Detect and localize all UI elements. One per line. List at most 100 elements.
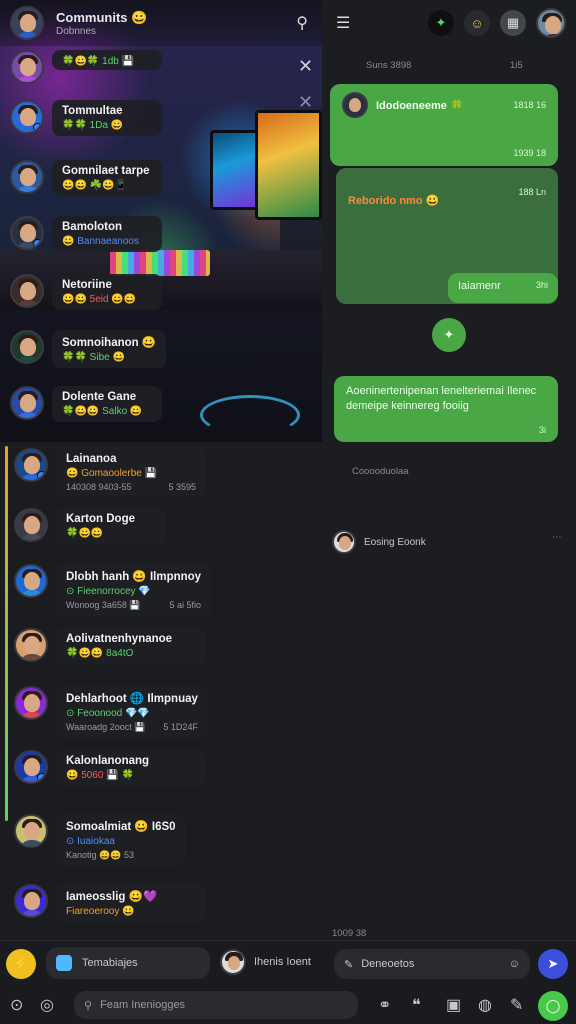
- avatar: [14, 448, 48, 482]
- message-time: 1009 38: [332, 928, 367, 939]
- compose-icon[interactable]: ✎: [510, 995, 523, 1015]
- chat-time: 5 1D24F: [163, 722, 198, 732]
- chat-preview: 🍀😀😀 8a4tO: [66, 648, 134, 659]
- list-item[interactable]: Iameosslig 😀💜 Fiareoerooy 😀: [4, 878, 214, 928]
- contact-name: Eosing Eoonk: [364, 536, 426, 548]
- camera-icon[interactable]: ▣: [446, 995, 461, 1015]
- list-item[interactable]: Karton Doge 🍀😀😀: [4, 502, 174, 550]
- chat-preview: ⊙ Iuaiokaa: [66, 836, 115, 847]
- message-time: 3i: [538, 424, 546, 435]
- search-icon: ⚲: [84, 999, 93, 1012]
- list-item[interactable]: Dlobh hanh 😀 Ilmpnnoy ⊙ Fieenorrocey 💎 W…: [4, 558, 219, 622]
- avatar: [14, 884, 48, 918]
- chat-preview: 😀😀 ☘️😀📱: [62, 180, 128, 191]
- list-item[interactable]: Somoalmiat 😀 I6S0 ⊙ Iuaiokaa Kanotig 😀😀 …: [4, 808, 194, 872]
- more-icon[interactable]: ⋯: [552, 532, 562, 543]
- chat-name: Bamoloton: [62, 221, 123, 233]
- community-header: Communits 😀 Dobnnes ⚲: [0, 0, 322, 46]
- messages-tab-label: Temabiajes: [82, 957, 138, 969]
- sender-name: Idodoeneeme 🍀: [376, 99, 464, 112]
- community-panel: ✕ ✕ Communits 😀 Dobnnes ⚲ 🍀😀🍀 1db 💾 Tomm…: [0, 0, 322, 940]
- bolt-icon[interactable]: ⚡: [6, 949, 36, 979]
- list-item[interactable]: Gomnilaet tarpe 😀😀 ☘️😀📱: [0, 154, 170, 202]
- user-avatar[interactable]: [536, 8, 566, 38]
- list-item[interactable]: Aolivatnenhynanoe 🍀😀😀 8a4tO: [4, 622, 214, 670]
- message-text: Aoeninertenipenan lenelteriemai Ilenec d…: [346, 385, 537, 412]
- chat-preview: 😀😀 5eid 😀😀: [62, 294, 137, 305]
- chat-name: Dlobh hanh 😀 Ilmpnnoy: [66, 571, 202, 583]
- chat-name: Somnoihanon 😀: [62, 337, 157, 349]
- avatar: [342, 92, 368, 118]
- message-meta: Suns 3898: [366, 60, 412, 71]
- grid-icon[interactable]: ▦: [500, 10, 526, 36]
- community-title: Communits 😀: [56, 9, 148, 25]
- collapse-icon[interactable]: ✕: [298, 56, 313, 77]
- message-time: 1818 16: [513, 100, 546, 110]
- discover-icon[interactable]: ⊙: [10, 995, 23, 1015]
- emoji-icon[interactable]: ☺: [464, 10, 490, 36]
- message-input-placeholder: Deneoetos: [361, 958, 415, 970]
- menu-icon[interactable]: ☰: [336, 13, 350, 33]
- list-item[interactable]: Somnoihanon 😀 🍀🍀 Sibe 😀: [0, 324, 174, 374]
- community-subtitle: Dobnnes: [56, 25, 97, 37]
- close-icon[interactable]: ✕: [298, 92, 313, 113]
- chat-name: Aolivatnenhynanoe: [66, 633, 173, 645]
- messages-icon: [56, 955, 72, 971]
- message-bubble[interactable]: Iaiamenr 3hi: [448, 273, 558, 303]
- avatar: [14, 564, 48, 598]
- chat-name: Karton Doge: [66, 513, 135, 525]
- speech-icon[interactable]: ❝: [412, 995, 421, 1015]
- chat-preview: 🍀🍀 Sibe 😀: [62, 352, 125, 363]
- send-icon[interactable]: ➤: [538, 949, 568, 979]
- avatar: [10, 330, 44, 364]
- neon-light-graphic: [200, 395, 300, 435]
- message-text: Iaiamenr: [458, 280, 501, 292]
- chat-name: Netoriine: [62, 279, 112, 291]
- chat-preview: ⊙ Fieenorrocey 💎: [66, 586, 151, 597]
- chat-name: Iameosslig 😀💜: [66, 891, 158, 903]
- community-avatar[interactable]: [10, 6, 44, 40]
- message-input[interactable]: ✎ Deneoetos ☺: [334, 949, 530, 979]
- chat-preview: ⊙ Feoonood 💎💎: [66, 708, 150, 719]
- list-item[interactable]: Netoriine 😀😀 5eid 😀😀: [0, 268, 170, 316]
- search-icon[interactable]: ⚲: [296, 13, 308, 33]
- contact-row[interactable]: Eosing Eoonk: [332, 530, 426, 554]
- system-message: Cooooduolaa: [352, 466, 409, 477]
- message-bubble[interactable]: Idodoeneeme 🍀 1818 16 1939 18: [330, 84, 558, 166]
- avatar: [10, 386, 44, 420]
- message-bubble[interactable]: Aoeninertenipenan lenelteriemai Ilenec d…: [334, 376, 558, 442]
- chat-name: Somoalmiat 😀 I6S0: [66, 821, 176, 833]
- active-contact[interactable]: Ihenis Ioent: [220, 949, 311, 975]
- avatar: [10, 100, 44, 134]
- new-chat-icon[interactable]: ◯: [538, 991, 568, 1021]
- emoji-icon[interactable]: ☺: [509, 958, 520, 970]
- list-item[interactable]: Dolente Gane 🍀😀😀 Salko 😀: [0, 380, 170, 428]
- avatar: [220, 949, 246, 975]
- reaction-icon[interactable]: ✦: [432, 318, 466, 352]
- avatar: [14, 628, 48, 662]
- chat-meta: Wonoog 3a658 💾: [66, 600, 141, 610]
- list-item[interactable]: Lainanoa 😀 Gomaoolerbe 💾 140308 9403-55 5…: [4, 442, 214, 503]
- chat-time: 5 ai 5fio: [169, 600, 202, 610]
- list-item[interactable]: Dehlarhoot 🌐 Ilmpnuay ⊙ Feoonood 💎💎 Waar…: [4, 680, 216, 744]
- leaf-icon[interactable]: ✦: [428, 10, 454, 36]
- conversation-toolbar: ☰ ✦ ☺ ▦: [322, 0, 576, 46]
- list-item[interactable]: 🍀😀🍀 1db 💾: [0, 44, 170, 90]
- list-item[interactable]: Tommultae 🍀🍀 1Da 😀: [0, 94, 170, 142]
- list-item[interactable]: Bamoloton 😀 Bannaeanoos: [0, 210, 170, 258]
- chat-name: Gomnilaet tarpe: [62, 165, 150, 177]
- search-input[interactable]: ⚲ Feam Ineniogges: [74, 991, 358, 1019]
- avatar: [10, 160, 44, 194]
- avatar: [10, 274, 44, 308]
- list-item[interactable]: Kalonlanonang 😀 5060 💾 🍀: [4, 744, 214, 792]
- chat-name: Dolente Gane: [62, 391, 137, 403]
- chat-name: Tommultae: [62, 105, 123, 117]
- messages-tab[interactable]: Temabiajes: [46, 947, 210, 979]
- link-icon[interactable]: ⚭: [378, 995, 391, 1015]
- gamepad-icon[interactable]: ◍: [478, 995, 492, 1015]
- chat-icon[interactable]: ◎: [40, 995, 54, 1015]
- avatar: [14, 814, 48, 848]
- contact-name: Ihenis Ioent: [254, 956, 311, 968]
- monitor-graphic: [255, 110, 322, 220]
- message-time: 3hi: [535, 280, 548, 290]
